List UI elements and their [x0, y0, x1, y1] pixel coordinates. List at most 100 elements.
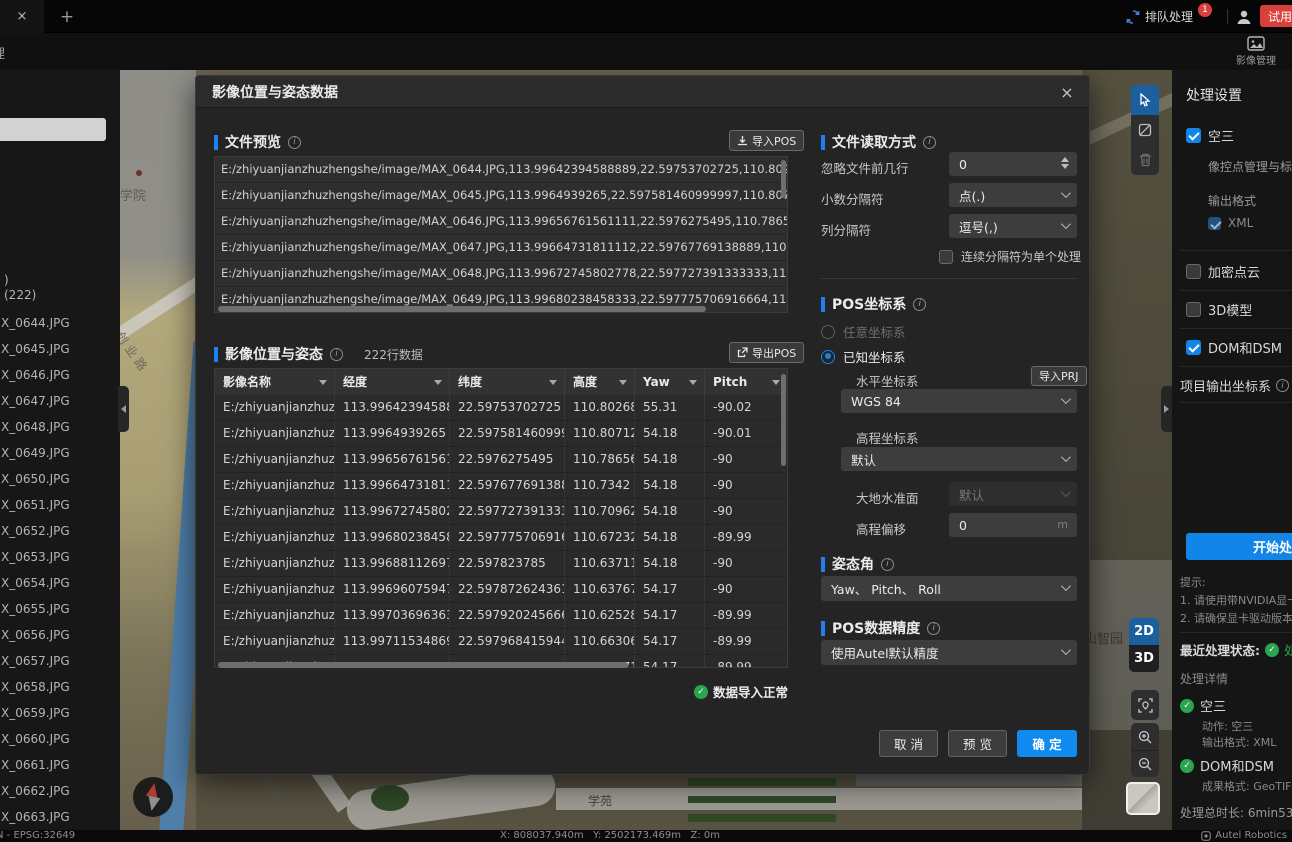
trial-button[interactable]: 试用 — [1260, 5, 1292, 27]
list-item-image-file[interactable]: X_0650.JPG — [0, 466, 120, 492]
geoid-select[interactable]: 默认 — [949, 482, 1077, 506]
list-item-image-file[interactable]: X_0646.JPG — [0, 362, 120, 388]
info-icon[interactable] — [881, 558, 894, 571]
list-item-image-file[interactable]: X_0644.JPG — [0, 310, 120, 336]
column-header[interactable]: Yaw — [635, 369, 705, 395]
export-pos-button[interactable]: 导出POS — [729, 342, 804, 363]
gcp-management-link[interactable]: 像控点管理与标记 — [1208, 158, 1292, 175]
user-account-button[interactable] — [1232, 5, 1256, 29]
confirm-button[interactable]: 确 定 — [1017, 730, 1077, 757]
list-item-image-file[interactable]: X_0656.JPG — [0, 622, 120, 648]
info-icon[interactable] — [927, 622, 940, 635]
new-tab-button[interactable]: + — [52, 0, 82, 33]
table-horizontal-scrollbar[interactable] — [218, 662, 628, 668]
divider — [1180, 366, 1292, 367]
info-icon[interactable] — [1276, 379, 1289, 392]
list-item-image-file[interactable]: X_0648.JPG — [0, 414, 120, 440]
accuracy-select[interactable]: 使用Autel默认精度 — [821, 640, 1077, 665]
list-item-image-file[interactable]: X_0654.JPG — [0, 570, 120, 596]
info-icon[interactable] — [288, 136, 301, 149]
list-item-image-file[interactable]: X_0655.JPG — [0, 596, 120, 622]
table-row[interactable]: E:/zhiyuanjianzhuz... 113.99642394588...… — [215, 395, 787, 421]
panel-collapse-handle[interactable] — [1161, 386, 1172, 432]
table-row[interactable]: E:/zhiyuanjianzhuz... 113.99711534869...… — [215, 629, 787, 655]
list-item-image-file[interactable]: X_0645.JPG — [0, 336, 120, 362]
delete-tool-button[interactable] — [1131, 145, 1159, 175]
decimal-separator-select[interactable]: 点(.) — [949, 183, 1077, 207]
column-header[interactable]: Pitch — [705, 369, 787, 395]
checkbox-xml[interactable]: XML — [1208, 216, 1253, 230]
number-spinner[interactable] — [1061, 157, 1069, 169]
import-prj-button[interactable]: 导入PRJ — [1031, 366, 1087, 386]
column-header[interactable]: 影像名称 — [215, 369, 335, 395]
list-item-image-file[interactable]: X_0657.JPG — [0, 648, 120, 674]
table-row[interactable]: E:/zhiyuanjianzhuz... 113.99696075947...… — [215, 577, 787, 603]
table-row[interactable]: E:/zhiyuanjianzhuz... 113.99664731811...… — [215, 473, 787, 499]
start-processing-button[interactable]: 开始处理 — [1186, 533, 1292, 560]
list-item-image-file[interactable]: X_0653.JPG — [0, 544, 120, 570]
list-item-image-file[interactable]: X_0649.JPG — [0, 440, 120, 466]
list-item-image-file[interactable]: X_0661.JPG — [0, 752, 120, 778]
compass-control[interactable] — [133, 777, 173, 817]
continuous-separator-checkbox[interactable]: 连续分隔符为单个处理 — [939, 248, 1081, 265]
list-item-image-file[interactable]: X_0652.JPG — [0, 518, 120, 544]
zoom-out-button[interactable] — [1131, 750, 1159, 777]
import-pos-button[interactable]: 导入POS — [729, 130, 804, 151]
table-row[interactable]: E:/zhiyuanjianzhuz... 113.99688112697...… — [215, 551, 787, 577]
radio-known-crs[interactable]: 已知坐标系 — [821, 347, 906, 366]
locate-button[interactable] — [1131, 690, 1159, 720]
table-row[interactable]: E:/zhiyuanjianzhuz... 113.99703696363...… — [215, 603, 787, 629]
overview-map-toggle[interactable] — [1126, 782, 1160, 815]
radio-arbitrary-crs[interactable]: 任意坐标系 — [821, 322, 906, 341]
tab-close-button[interactable]: × — [0, 0, 44, 33]
preview-horizontal-scrollbar[interactable] — [218, 306, 706, 312]
project-output-crs[interactable]: 项目输出坐标系 — [1180, 376, 1289, 395]
info-icon[interactable] — [330, 348, 343, 361]
checkbox-point-cloud[interactable]: 加密点云 — [1186, 262, 1260, 281]
view-3d-button[interactable]: 3D — [1129, 645, 1159, 672]
select-tool-button[interactable] — [1131, 85, 1159, 115]
file-preview-line: E:/zhiyuanjianzhuzhengshe/image/MAX_0645… — [215, 183, 787, 209]
checkbox-3d-model[interactable]: 3D模型 — [1186, 300, 1252, 319]
attitude-order-select[interactable]: Yaw、 Pitch、 Roll — [821, 576, 1077, 601]
list-item-image-file[interactable]: X_0651.JPG — [0, 492, 120, 518]
table-row[interactable]: E:/zhiyuanjianzhuz... 113.9964939265 22.… — [215, 421, 787, 447]
vertical-crs-select[interactable]: 默认 — [841, 447, 1077, 471]
file-preview-list[interactable]: E:/zhiyuanjianzhuzhengshe/image/MAX_0644… — [214, 156, 788, 313]
list-item-image-file[interactable]: X_0647.JPG — [0, 388, 120, 414]
preview-button[interactable]: 预 览 — [948, 730, 1007, 757]
list-item-image-file[interactable]: X_0663.JPG — [0, 804, 120, 830]
skip-lines-input[interactable]: 0 — [949, 152, 1077, 176]
shape-tool-button[interactable] — [1131, 115, 1159, 145]
checkbox-aerotriangulation[interactable]: 空三 — [1186, 126, 1234, 145]
cancel-button[interactable]: 取 消 — [879, 730, 938, 757]
checkbox-dom-dsm[interactable]: DOM和DSM — [1186, 338, 1282, 357]
column-header[interactable]: 经度 — [335, 369, 450, 395]
view-2d-button[interactable]: 2D — [1129, 618, 1159, 645]
image-management-button[interactable]: 影像管理 — [1226, 36, 1286, 69]
sidebar-collapse-handle[interactable] — [118, 386, 129, 432]
list-item-image-file[interactable]: X_0658.JPG — [0, 674, 120, 700]
queue-processing[interactable]: 排队处理 1 — [1126, 0, 1212, 33]
cursor-coordinates: X: 808037.940m Y: 2502173.469m Z: 0m — [500, 830, 720, 841]
column-header[interactable]: 高度 — [565, 369, 635, 395]
dialog-close-button[interactable]: × — [1057, 82, 1077, 102]
table-row[interactable]: E:/zhiyuanjianzhuz... 113.99656761561...… — [215, 447, 787, 473]
column-separator-select[interactable]: 逗号(,) — [949, 214, 1077, 238]
table-vertical-scrollbar[interactable] — [781, 374, 786, 466]
table-row[interactable]: E:/zhiyuanjianzhuz... 113.99672745802...… — [215, 499, 787, 525]
table-row[interactable]: E:/zhiyuanjianzhuz... 113.99680238458...… — [215, 525, 787, 551]
zoom-in-button[interactable] — [1131, 723, 1159, 750]
info-icon[interactable] — [913, 298, 926, 311]
elevation-offset-input[interactable]: 0 m — [949, 513, 1077, 537]
sidebar-selected-item[interactable] — [0, 118, 106, 141]
info-icon[interactable] — [923, 136, 936, 149]
sidebar-wrapped-text: ) — [4, 273, 9, 287]
column-header[interactable]: 纬度 — [450, 369, 565, 395]
list-item-image-file[interactable]: X_0660.JPG — [0, 726, 120, 752]
list-item-image-file[interactable]: X_0659.JPG — [0, 700, 120, 726]
preview-vertical-scrollbar[interactable] — [781, 160, 786, 198]
horizontal-crs-select[interactable]: WGS 84 — [841, 389, 1077, 413]
filter-caret-icon — [689, 380, 697, 385]
list-item-image-file[interactable]: X_0662.JPG — [0, 778, 120, 804]
